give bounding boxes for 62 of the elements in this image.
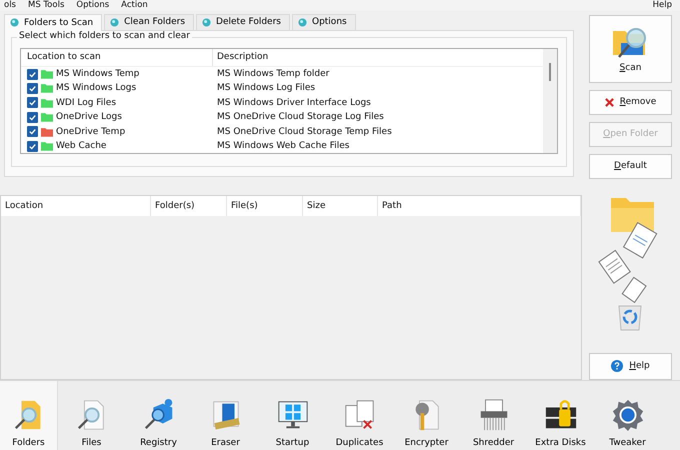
checkbox[interactable] <box>27 68 38 80</box>
list-cell-text: MS OneDrive Cloud Storage Log Files <box>216 112 384 122</box>
toolbar-button[interactable]: Folders <box>0 380 58 450</box>
list-cell: Web Cache <box>56 141 106 151</box>
list-cell-text: MS OneDrive Cloud Storage Temp Files <box>216 126 392 137</box>
column-header[interactable]: Location <box>1 196 151 216</box>
checkbox[interactable] <box>27 112 38 123</box>
column-header[interactable]: Description <box>213 52 268 62</box>
list-cell: OneDrive Temp <box>56 126 126 137</box>
tab[interactable]: Folders to Scan <box>4 14 102 31</box>
list-cell-text: MS Windows Temp folder <box>216 69 330 80</box>
list-cell-text: MS Windows Log Files <box>216 83 316 94</box>
checkbox[interactable] <box>27 140 38 152</box>
toolbar-button[interactable]: Extra Disks <box>527 380 594 450</box>
toolbar-button[interactable]: Encrypter <box>393 380 460 450</box>
toolbar-button[interactable]: Duplicates <box>326 380 393 450</box>
gear-icon <box>610 398 644 432</box>
list-cell-text: MS Windows Driver Interface Logs <box>216 98 371 108</box>
toolbar-button[interactable]: Eraser <box>192 380 259 450</box>
list-cell: MS Windows Temp <box>56 69 140 80</box>
bullet-icon <box>202 18 212 27</box>
side-button[interactable]: Default <box>589 154 672 179</box>
bullet-icon <box>10 18 19 28</box>
checkbox[interactable] <box>27 126 38 138</box>
column-header[interactable]: Location to scan <box>21 48 213 66</box>
bullet-icon <box>298 18 307 27</box>
toolbar-button[interactable]: Registry <box>125 380 192 450</box>
button-label: Default <box>614 161 647 172</box>
list-cell: MS Windows Logs <box>56 83 136 94</box>
list-cell: OneDrive Logs <box>56 112 122 122</box>
help-icon <box>611 360 624 372</box>
close-icon <box>604 98 614 107</box>
documents-icon <box>342 398 376 432</box>
menu-item[interactable]: Options <box>76 0 110 10</box>
toolbar-button[interactable]: Shredder <box>460 380 527 450</box>
button-label: Scan <box>620 62 642 73</box>
help-button[interactable]: Help <box>589 352 672 380</box>
tab[interactable]: Delete Folders <box>196 14 290 30</box>
side-button[interactable]: Scan <box>589 14 672 83</box>
button-label: Open Folder <box>603 129 658 140</box>
column-header[interactable]: Path <box>378 196 581 216</box>
scrollbar[interactable] <box>543 48 557 153</box>
column-header[interactable]: Folder(s) <box>151 196 227 216</box>
checkbox[interactable] <box>27 82 38 94</box>
tab[interactable]: Options <box>292 14 356 30</box>
column-header[interactable]: File(s) <box>227 196 303 216</box>
bullet-icon <box>110 18 120 27</box>
list-cell: WDI Log Files <box>56 98 116 108</box>
list-cell-text: MS Windows Web Cache Files <box>216 141 350 151</box>
menu-item[interactable]: ols <box>4 0 16 10</box>
toolbar-button[interactable]: Startup <box>259 380 326 450</box>
group-title: Select which folders to scan and clear <box>17 30 192 41</box>
checkbox[interactable] <box>27 97 38 108</box>
toolbar-button[interactable]: Tweaker <box>594 380 661 450</box>
column-header[interactable]: Size <box>303 196 378 216</box>
menu-item[interactable]: Help <box>652 0 672 10</box>
tab[interactable]: Clean Folders <box>104 14 194 30</box>
menu-item[interactable]: MS Tools <box>28 0 64 10</box>
side-button[interactable]: Remove <box>589 90 672 115</box>
button-label: Remove <box>620 97 656 108</box>
menu-item[interactable]: Action <box>121 0 148 10</box>
toolbar-button[interactable]: Files <box>58 380 125 450</box>
